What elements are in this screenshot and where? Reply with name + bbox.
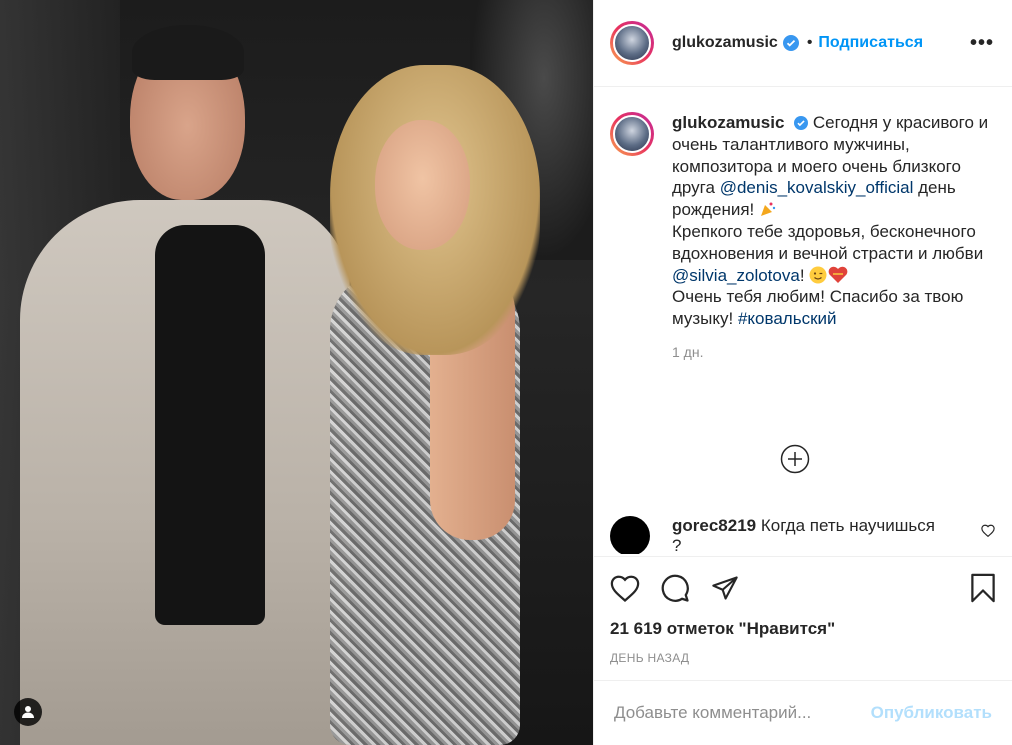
caption-line-3: Крепкого тебе здоровья, бесконечного вдо… <box>672 221 984 263</box>
photo-man-shirt <box>155 225 265 625</box>
caption-username[interactable]: glukozamusic <box>672 113 784 132</box>
caption-line-4: ! <box>799 265 810 285</box>
author-username[interactable]: glukozamusic <box>672 34 778 52</box>
mention-link[interactable]: @silvia_zolotova <box>672 266 800 285</box>
post-date[interactable]: ДЕНЬ НАЗАД <box>610 651 996 665</box>
header-separator: • <box>806 34 813 51</box>
post-sidebar: glukozamusic • Подписаться ••• glukozamu… <box>593 0 1012 745</box>
comment-input[interactable] <box>614 703 871 723</box>
hashtag-link[interactable]: #ковальский <box>738 309 837 328</box>
comments-area[interactable]: glukozamusic Сегодня у красивого и очень… <box>594 88 1012 554</box>
load-more-icon[interactable] <box>780 444 810 474</box>
publish-button[interactable]: Опубликовать <box>871 703 992 723</box>
verified-icon <box>794 116 809 130</box>
action-icons <box>610 557 996 619</box>
comment-item: gorec8219 Когда петь научишься ? <box>610 516 995 554</box>
post-container: glukozamusic • Подписаться ••• glukozamu… <box>0 0 1012 745</box>
caption-time[interactable]: 1 дн. <box>672 344 994 360</box>
share-icon[interactable] <box>710 574 740 602</box>
comment-text: gorec8219 Когда петь научишься ? <box>672 516 947 554</box>
post-header: glukozamusic • Подписаться ••• <box>594 0 1012 87</box>
action-bar: 21 619 отметок "Нравится" ДЕНЬ НАЗАД <box>594 556 1012 665</box>
likes-count[interactable]: 21 619 отметок "Нравится" <box>610 619 996 639</box>
photo-woman-face <box>375 120 470 250</box>
winking-face-emoji-icon <box>809 266 827 284</box>
photo-man-hair <box>132 25 244 80</box>
commenter-avatar[interactable] <box>610 516 650 554</box>
follow-button[interactable]: Подписаться <box>818 34 923 52</box>
small-heart-icon[interactable] <box>981 524 995 537</box>
party-popper-emoji-icon <box>761 202 776 217</box>
comment-composer: Опубликовать <box>594 680 1012 745</box>
verified-icon <box>782 35 799 51</box>
mention-link[interactable]: @denis_kovalskiy_official <box>720 178 914 197</box>
more-icon[interactable]: ••• <box>970 32 994 55</box>
user-tag-button[interactable] <box>14 698 42 726</box>
caption-text: glukozamusic Сегодня у красивого и очень… <box>672 112 992 330</box>
author-avatar[interactable] <box>610 21 654 65</box>
heart-icon[interactable] <box>610 574 640 602</box>
caption-avatar[interactable] <box>610 112 654 156</box>
comment-icon[interactable] <box>660 573 690 603</box>
commenter-username[interactable]: gorec8219 <box>672 516 756 535</box>
caption: glukozamusic Сегодня у красивого и очень… <box>610 112 994 330</box>
user-tag-icon <box>22 706 34 718</box>
post-photo[interactable] <box>0 0 593 745</box>
save-icon[interactable] <box>970 573 996 603</box>
heart-emoji-icon <box>828 266 848 283</box>
